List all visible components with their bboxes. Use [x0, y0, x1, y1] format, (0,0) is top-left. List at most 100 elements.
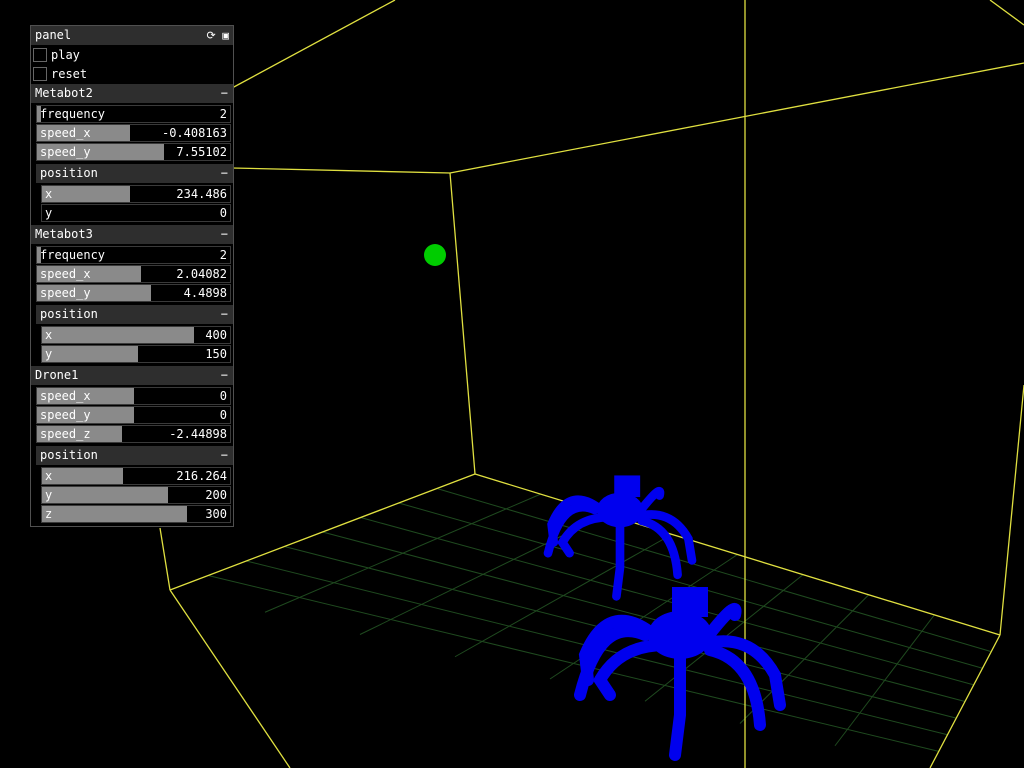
wire-edge: [231, 167, 451, 174]
collapse-icon[interactable]: −: [221, 84, 228, 103]
panel-header[interactable]: panel ⟳ ▣: [31, 26, 233, 46]
slider-label: x: [45, 187, 53, 201]
subgroup-title: position: [40, 166, 98, 180]
group-header[interactable]: Metabot2 −: [31, 84, 233, 104]
slider-label: speed_x: [40, 389, 91, 403]
slider-fill: [42, 346, 138, 362]
slider-value: -0.408163: [161, 126, 227, 140]
slider-position-x[interactable]: x 216.264: [41, 467, 231, 485]
robot-leg: [592, 639, 671, 701]
slider-label: speed_y: [40, 286, 91, 300]
slider-label: x: [45, 328, 53, 342]
collapse-icon[interactable]: −: [221, 164, 228, 183]
slider-value: 2: [219, 107, 227, 121]
metabot-robot-near: [574, 587, 786, 761]
play-label: play: [51, 48, 80, 62]
slider-label: frequency: [40, 107, 106, 121]
slider-fill: [42, 506, 187, 522]
slider-value: 400: [205, 328, 227, 342]
panel-title: panel: [35, 28, 72, 42]
slider-label: y: [45, 347, 53, 361]
collapse-icon[interactable]: −: [221, 305, 228, 324]
slider-label: z: [45, 507, 53, 521]
wire-edge: [449, 172, 476, 475]
slider-value: 0: [219, 206, 227, 220]
floor-grid: [208, 488, 992, 752]
slider-speed-x[interactable]: speed_x 2.04082: [36, 265, 231, 283]
collapse-icon[interactable]: −: [221, 446, 228, 465]
subgroup-header[interactable]: position −: [36, 305, 233, 325]
slider-value: 150: [205, 347, 227, 361]
slider-value: 234.486: [176, 187, 227, 201]
grid-line: [834, 614, 935, 747]
group-metabot3: Metabot3 − frequency 2 speed_x 2.04082 spe…: [31, 225, 233, 366]
slider-value: -2.44898: [169, 427, 227, 441]
reset-checkbox[interactable]: [33, 67, 47, 81]
robot-head: [672, 587, 708, 617]
slider-label: speed_y: [40, 408, 91, 422]
slider-frequency[interactable]: frequency 2: [36, 246, 231, 264]
slider-position-x[interactable]: x 400: [41, 326, 231, 344]
slider-speed-y[interactable]: speed_y 4.4898: [36, 284, 231, 302]
slider-value: 216.264: [176, 469, 227, 483]
slider-label: speed_y: [40, 145, 91, 159]
metabot-robot-far: [543, 475, 697, 601]
slider-value: 200: [205, 488, 227, 502]
robot-leg: [612, 518, 625, 601]
reset-toggle[interactable]: reset: [31, 65, 233, 84]
robot-leg: [669, 647, 686, 761]
slider-fill: [42, 186, 131, 202]
slider-position-x[interactable]: x 234.486: [41, 185, 231, 203]
wire-edge: [989, 0, 1024, 26]
group-title: Drone1: [35, 368, 79, 382]
slider-label: y: [45, 488, 53, 502]
wire-edge: [169, 589, 291, 768]
control-panel: panel ⟳ ▣ play reset Metabot2 − frequenc…: [30, 25, 234, 527]
group-header[interactable]: Metabot3 −: [31, 225, 233, 245]
slider-label: speed_x: [40, 267, 91, 281]
slider-speed-x[interactable]: speed_x -0.408163: [36, 124, 231, 142]
collapse-icon[interactable]: −: [221, 225, 228, 244]
slider-fill: [42, 487, 168, 503]
slider-value: 0: [219, 408, 227, 422]
reset-label: reset: [51, 67, 88, 81]
refresh-icon[interactable]: ⟳: [207, 29, 216, 42]
slider-position-y[interactable]: y 150: [41, 345, 231, 363]
slider-value: 7.55102: [176, 145, 227, 159]
subgroup-title: position: [40, 448, 98, 462]
grid-line: [549, 554, 738, 680]
position-subgroup: position − x 400 y 150: [36, 305, 233, 363]
slider-speed-y[interactable]: speed_y 7.55102: [36, 143, 231, 161]
group-header[interactable]: Drone1 −: [31, 366, 233, 386]
subgroup-header[interactable]: position −: [36, 446, 233, 466]
slider-frequency[interactable]: frequency 2: [36, 105, 231, 123]
slider-value: 4.4898: [183, 286, 227, 300]
robot-leg: [704, 644, 766, 731]
slider-label: frequency: [40, 248, 106, 262]
slider-speed-y[interactable]: speed_y 0: [36, 406, 231, 424]
play-toggle[interactable]: play: [31, 46, 233, 65]
wire-edge: [449, 62, 1024, 174]
wire-edge: [231, 0, 396, 89]
group-title: Metabot3: [35, 227, 93, 241]
robot-leg: [557, 512, 614, 558]
play-checkbox[interactable]: [33, 48, 47, 62]
slider-fill: [42, 327, 195, 343]
slider-speed-z[interactable]: speed_z -2.44898: [36, 425, 231, 443]
slider-value: 300: [205, 507, 227, 521]
slider-position-y[interactable]: y 200: [41, 486, 231, 504]
position-subgroup: position − x 234.486 y0: [36, 164, 233, 222]
target-ball: [424, 244, 446, 266]
slider-value: 2.04082: [176, 267, 227, 281]
position-subgroup: position − x 216.264 y 200 z 300: [36, 446, 233, 523]
slider-position-y[interactable]: y0: [41, 204, 231, 222]
group-drone1: Drone1 − speed_x 0 speed_y 0 speed_z -2.448…: [31, 366, 233, 526]
robot-leg: [637, 516, 682, 580]
slider-position-z[interactable]: z 300: [41, 505, 231, 523]
subgroup-header[interactable]: position −: [36, 164, 233, 184]
slider-label: speed_z: [40, 427, 91, 441]
slider-speed-x[interactable]: speed_x 0: [36, 387, 231, 405]
group-title: Metabot2: [35, 86, 93, 100]
collapse-icon[interactable]: −: [221, 366, 228, 385]
save-icon[interactable]: ▣: [222, 29, 229, 42]
